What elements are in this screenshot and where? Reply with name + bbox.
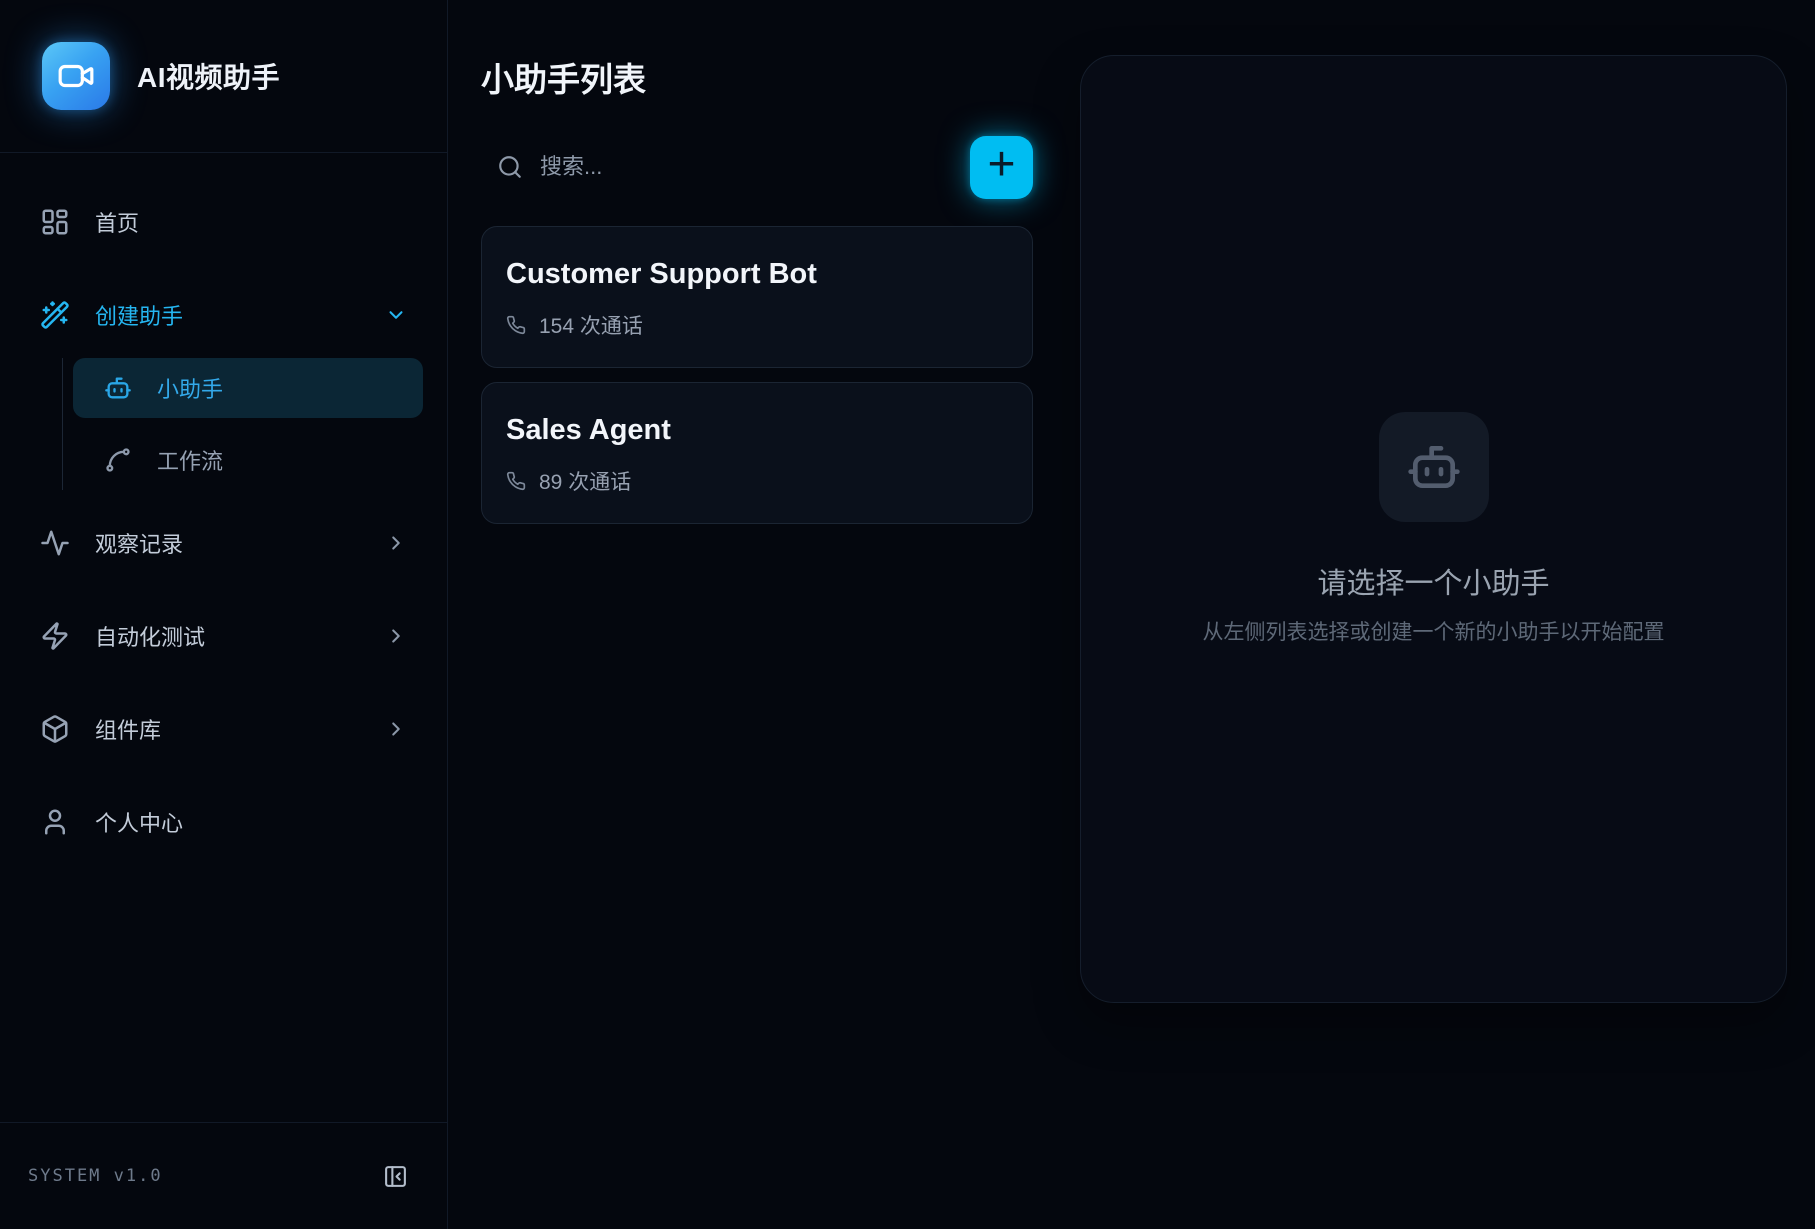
search-icon [497, 154, 523, 180]
assistant-card[interactable]: Sales Agent 89 次通话 [481, 382, 1033, 524]
detail-panel: 请选择一个小助手 从左侧列表选择或创建一个新的小助手以开始配置 [1080, 0, 1815, 1229]
panel-left-close-icon [383, 1164, 408, 1189]
assistant-name: Sales Agent [506, 414, 1008, 447]
sidebar-item-component-library[interactable]: 组件库 [24, 701, 423, 757]
sidebar-footer: SYSTEM v1.0 [0, 1122, 447, 1229]
page-title: 小助手列表 [481, 62, 1033, 98]
sidebar-subitem-assistants[interactable]: 小助手 [73, 358, 423, 418]
sidebar-subitem-label: 小助手 [157, 372, 223, 404]
sidebar-item-label: 自动化测试 [95, 620, 205, 652]
empty-state-title: 请选择一个小助手 [1317, 560, 1549, 602]
assistant-name: Customer Support Bot [506, 258, 1008, 291]
workflow-spline-icon [104, 446, 132, 474]
sidebar-item-label: 创建助手 [95, 299, 183, 331]
box-icon [40, 714, 70, 744]
sidebar-nav: 首页 创建助手 [0, 153, 447, 1122]
sidebar-item-personal-center[interactable]: 个人中心 [24, 794, 423, 850]
search-row: + [481, 135, 1033, 199]
sidebar-item-create-assistant[interactable]: 创建助手 [24, 287, 423, 343]
chevron-right-icon [385, 532, 407, 554]
sidebar-item-observation-logs[interactable]: 观察记录 [24, 515, 423, 571]
chevron-right-icon [385, 718, 407, 740]
add-assistant-button[interactable]: + [970, 136, 1033, 199]
empty-state-card: 请选择一个小助手 从左侧列表选择或创建一个新的小助手以开始配置 [1080, 55, 1787, 1003]
chevron-down-icon [385, 304, 407, 326]
bot-icon [104, 374, 132, 402]
sidebar-item-label: 组件库 [95, 713, 161, 745]
phone-icon [506, 315, 526, 335]
sidebar-item-label: 个人中心 [95, 806, 183, 838]
sidebar-subitem-label: 工作流 [157, 444, 223, 476]
sidebar-item-label: 首页 [95, 206, 139, 238]
zap-icon [40, 621, 70, 651]
app-header: AI视频助手 [0, 0, 447, 153]
assistant-call-count: 154 次通话 [539, 310, 643, 340]
sidebar-item-label: 观察记录 [95, 527, 183, 559]
empty-state-subtitle: 从左侧列表选择或创建一个新的小助手以开始配置 [1203, 616, 1665, 646]
assistant-cards: Customer Support Bot 154 次通话 Sales Agent [481, 226, 1033, 524]
bot-tile [1379, 412, 1489, 522]
app-title: AI视频助手 [137, 56, 280, 96]
create-assistant-submenu: 小助手 工作流 [62, 358, 423, 490]
sidebar: AI视频助手 首页 创建助手 [0, 0, 448, 1229]
bot-icon [1406, 439, 1462, 495]
chevron-right-icon [385, 625, 407, 647]
video-camera-icon [57, 57, 95, 95]
search-input[interactable] [540, 154, 970, 180]
collapse-sidebar-button[interactable] [375, 1156, 415, 1196]
assistant-list-panel: 小助手列表 + Customer Support Bot [448, 0, 1080, 1229]
sidebar-item-home[interactable]: 首页 [24, 194, 423, 250]
activity-icon [40, 528, 70, 558]
dashboard-icon [40, 207, 70, 237]
sidebar-subitem-workflow[interactable]: 工作流 [73, 430, 423, 490]
phone-icon [506, 471, 526, 491]
assistant-call-count: 89 次通话 [539, 466, 631, 496]
app-logo [42, 42, 110, 110]
system-version-label: SYSTEM v1.0 [28, 1166, 163, 1186]
assistant-card[interactable]: Customer Support Bot 154 次通话 [481, 226, 1033, 368]
sidebar-item-automated-testing[interactable]: 自动化测试 [24, 608, 423, 664]
user-icon [40, 807, 70, 837]
magic-wand-icon [40, 300, 70, 330]
